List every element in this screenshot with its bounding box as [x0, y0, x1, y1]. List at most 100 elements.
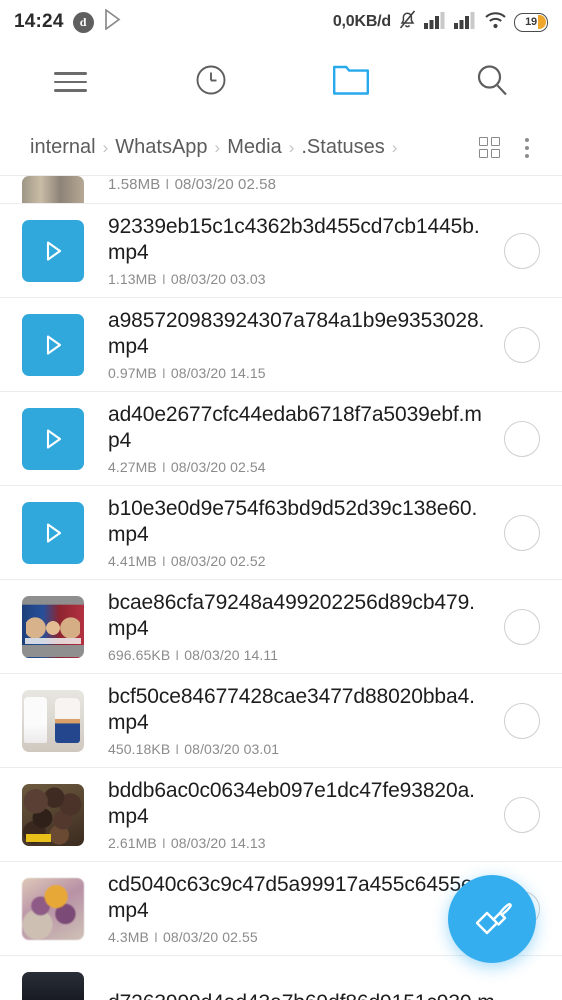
wifi-icon — [484, 10, 507, 34]
breadcrumb-separator: › — [288, 137, 295, 157]
tab-recent[interactable] — [141, 44, 282, 120]
file-date: 08/03/20 02.58 — [174, 176, 277, 193]
play-store-icon — [103, 8, 123, 35]
meta-separator: I — [161, 553, 166, 569]
file-name: 92339eb15c1c4362b3d455cd7cb1445b.mp4 — [108, 215, 480, 264]
play-icon — [40, 332, 66, 358]
play-icon — [40, 520, 66, 546]
file-name: bcf50ce84677428cae3477d88020bba4.mp4 — [108, 685, 475, 734]
image-thumbnail — [22, 877, 84, 940]
select-checkbox[interactable] — [504, 326, 540, 363]
file-row[interactable]: b10e3e0d9e754f63bd9d52d39c138e60.mp4 4.41… — [0, 486, 562, 580]
file-date: 08/03/20 14.11 — [184, 647, 279, 663]
hamburger-menu-icon — [53, 66, 87, 98]
signal-bars-icon — [424, 10, 447, 34]
breadcrumb-item-3[interactable]: .Statuses — [301, 136, 384, 159]
image-thumbnail — [22, 783, 84, 846]
breadcrumb-item-0[interactable]: internal — [30, 136, 96, 159]
file-size: 1.13MB — [108, 271, 157, 287]
music-app-icon: d — [72, 11, 94, 33]
meta-separator: I — [175, 647, 180, 663]
file-date: 08/03/20 03.03 — [170, 271, 266, 287]
breadcrumb: internal › WhatsApp › Media › .Statuses … — [30, 136, 471, 159]
file-name: ad40e2677cfc44edab6718f7a5039ebf.mp4 — [108, 403, 482, 452]
file-row[interactable]: a985720983924307a784a1b9e9353028.mp4 0.97… — [0, 298, 562, 392]
select-checkbox[interactable] — [504, 420, 540, 457]
breadcrumb-item-2[interactable]: Media — [227, 136, 281, 159]
file-row[interactable]: d7263999d4ad43a7b69df86d9151c930.m — [0, 956, 562, 1000]
file-size: 4.3MB — [108, 929, 149, 945]
breadcrumb-separator: › — [391, 137, 398, 157]
video-thumbnail — [22, 313, 84, 376]
file-name: bddb6ac0c0634eb097e1dc47fe93820a.mp4 — [108, 779, 475, 828]
image-thumbnail — [22, 595, 84, 658]
signal-bars-2-icon — [454, 10, 477, 34]
breadcrumb-item-1[interactable]: WhatsApp — [115, 136, 207, 159]
breadcrumb-bar: internal › WhatsApp › Media › .Statuses … — [0, 120, 562, 176]
breadcrumb-separator: › — [214, 137, 221, 157]
file-date: 08/03/20 14.15 — [170, 365, 266, 381]
image-thumbnail — [22, 689, 84, 752]
file-size: 1.58MB — [108, 176, 161, 193]
search-button[interactable] — [422, 44, 562, 120]
file-meta: 0.97MB I 08/03/20 14.15 — [108, 365, 490, 381]
file-date: 08/03/20 02.55 — [162, 929, 258, 945]
top-toolbar — [0, 44, 562, 120]
cleaner-fab-button[interactable] — [448, 875, 536, 963]
file-row[interactable]: 1.58MB I 08/03/20 02.58 — [0, 176, 562, 204]
file-size: 4.27MB — [108, 459, 157, 475]
file-name: d7263999d4ad43a7b69df86d9151c930.m — [108, 990, 526, 1000]
overflow-menu-icon[interactable] — [510, 137, 544, 158]
meta-separator: I — [175, 741, 180, 757]
video-thumbnail — [22, 219, 84, 282]
file-name: bcae86cfa79248a499202256d89cb479.mp4 — [108, 591, 475, 640]
file-date: 08/03/20 02.52 — [170, 553, 266, 569]
search-icon — [474, 62, 510, 103]
select-checkbox[interactable] — [504, 232, 540, 269]
file-size: 696.65KB — [108, 647, 171, 663]
play-icon — [40, 426, 66, 452]
file-row[interactable]: bddb6ac0c0634eb097e1dc47fe93820a.mp4 2.61… — [0, 768, 562, 862]
cleaner-brush-icon — [467, 892, 517, 947]
notifications-muted-icon — [398, 9, 417, 35]
file-row[interactable]: bcf50ce84677428cae3477d88020bba4.mp4 450.… — [0, 674, 562, 768]
file-meta: 450.18KB I 08/03/20 03.01 — [108, 741, 490, 757]
tab-folder[interactable] — [281, 44, 422, 120]
file-size: 450.18KB — [108, 741, 171, 757]
select-checkbox[interactable] — [504, 702, 540, 739]
file-row[interactable]: ad40e2677cfc44edab6718f7a5039ebf.mp4 4.27… — [0, 392, 562, 486]
image-thumbnail — [22, 971, 84, 1000]
meta-separator: I — [153, 929, 158, 945]
file-meta: 4.27MB I 08/03/20 02.54 — [108, 459, 490, 475]
battery-fill — [537, 15, 546, 29]
meta-separator: I — [161, 271, 166, 287]
breadcrumb-separator: › — [102, 137, 109, 157]
video-thumbnail — [22, 501, 84, 564]
file-row[interactable]: bcae86cfa79248a499202256d89cb479.mp4 696.… — [0, 580, 562, 674]
select-checkbox[interactable] — [504, 514, 540, 551]
select-checkbox[interactable] — [504, 608, 540, 645]
file-meta: 1.58MB I 08/03/20 02.58 — [108, 176, 526, 193]
meta-separator: I — [165, 176, 170, 193]
select-checkbox[interactable] — [504, 796, 540, 833]
file-date: 08/03/20 03.01 — [184, 741, 280, 757]
meta-separator: I — [161, 365, 166, 381]
hamburger-menu-button[interactable] — [0, 44, 141, 120]
file-size: 4.41MB — [108, 553, 157, 569]
file-size: 2.61MB — [108, 835, 157, 851]
video-thumbnail — [22, 407, 84, 470]
meta-separator: I — [161, 459, 166, 475]
file-name: a985720983924307a784a1b9e9353028.mp4 — [108, 309, 485, 358]
status-bar: 14:24 d 0,0KB/d 19 — [0, 0, 562, 44]
file-meta: 2.61MB I 08/03/20 14.13 — [108, 835, 490, 851]
file-date: 08/03/20 02.54 — [170, 459, 266, 475]
image-thumbnail — [22, 176, 84, 203]
battery-level: 19 — [525, 16, 537, 28]
file-size: 0.97MB — [108, 365, 157, 381]
file-row[interactable]: 92339eb15c1c4362b3d455cd7cb1445b.mp4 1.13… — [0, 204, 562, 298]
play-icon — [40, 238, 66, 264]
file-meta: 4.41MB I 08/03/20 02.52 — [108, 553, 490, 569]
clock-recent-icon — [194, 63, 228, 102]
grid-view-icon[interactable] — [479, 137, 500, 158]
status-time: 14:24 — [14, 11, 64, 32]
